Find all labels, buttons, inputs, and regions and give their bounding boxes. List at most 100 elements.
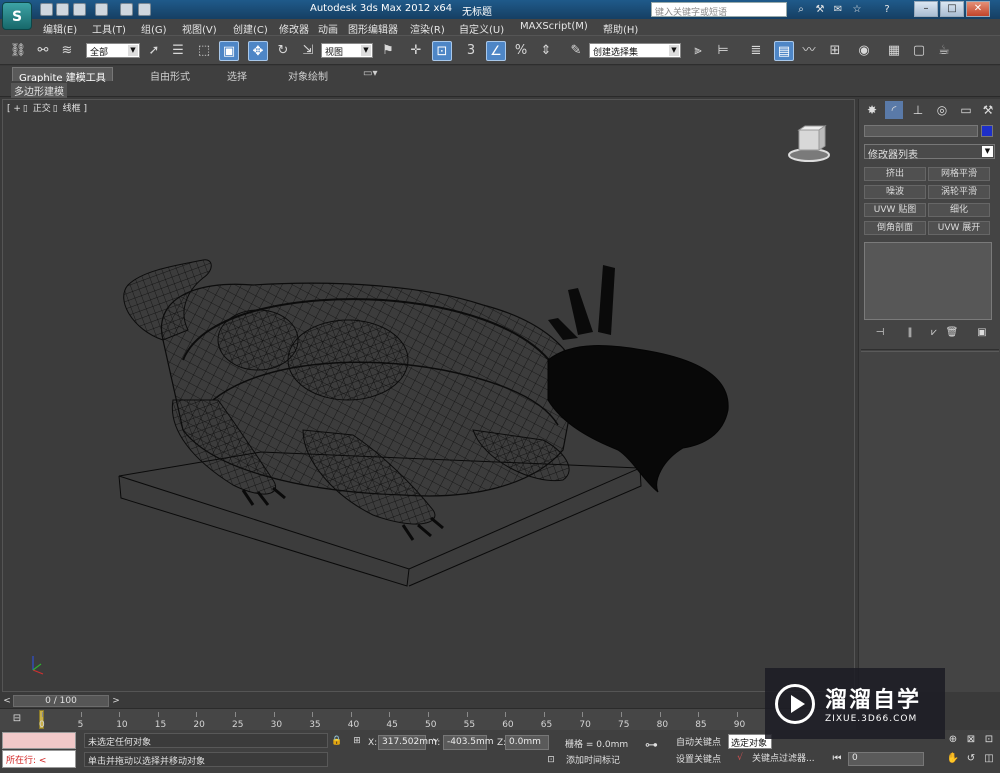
tab-selection[interactable]: 选择 xyxy=(221,67,253,83)
modifier-unwrap-uvw-button[interactable]: UVW 展开 xyxy=(928,221,990,235)
default-in-out-tangent-icon[interactable]: √ xyxy=(734,752,746,764)
menu-graph-editors[interactable]: 图形编辑器 xyxy=(348,21,398,36)
select-and-scale-icon[interactable]: ⇲ xyxy=(298,41,318,61)
minimize-button[interactable]: – xyxy=(914,1,938,17)
tab-object-paint[interactable]: 对象绘制 xyxy=(282,67,334,83)
set-key-icon[interactable]: ⊶ xyxy=(645,738,658,753)
modifier-meshsmooth-button[interactable]: 网格平滑 xyxy=(928,167,990,181)
modifier-extrude-button[interactable]: 挤出 xyxy=(864,167,926,181)
modifier-stack-list[interactable] xyxy=(864,242,992,320)
percent-snap-icon[interactable]: % xyxy=(511,41,531,61)
polygon-modeling-panel[interactable]: 多边形建模 xyxy=(11,83,67,98)
edit-named-selection-icon[interactable]: ✎ xyxy=(566,41,586,61)
rectangle-selection-icon[interactable]: ⬚ xyxy=(194,41,214,61)
key-filters-button[interactable]: 关键点过滤器... xyxy=(752,751,815,764)
make-unique-icon[interactable]: ⩗ xyxy=(926,325,942,341)
wireframe-model[interactable] xyxy=(3,100,856,693)
undo-icon[interactable] xyxy=(95,3,108,16)
select-and-link-icon[interactable]: ⛓ xyxy=(8,41,28,61)
select-and-rotate-icon[interactable]: ↻ xyxy=(273,41,293,61)
maxscript-listener-pink[interactable] xyxy=(2,732,76,749)
menu-maxscript[interactable]: MAXScript(M) xyxy=(520,21,588,32)
select-and-move-icon[interactable]: ✥ xyxy=(248,41,268,61)
redo-icon[interactable] xyxy=(120,3,133,16)
current-frame-field[interactable]: 0 xyxy=(848,752,924,766)
time-prev-icon[interactable]: < xyxy=(2,695,12,707)
spinner-snap-icon[interactable]: ⇕ xyxy=(536,41,556,61)
window-crossing-icon[interactable]: ▣ xyxy=(219,41,239,61)
binoculars-icon[interactable]: ⌕ xyxy=(794,3,808,16)
viewcube[interactable] xyxy=(787,124,831,164)
modifier-noise-button[interactable]: 噪波 xyxy=(864,185,926,199)
manipulate-icon[interactable]: ✛ xyxy=(406,41,426,61)
modify-tab-icon[interactable]: ◜ xyxy=(885,101,903,119)
maxscript-listener-field[interactable]: 所在行: < xyxy=(2,750,76,768)
zoom-all-icon[interactable]: ⊡ xyxy=(982,733,996,747)
open-file-icon[interactable] xyxy=(56,3,69,16)
time-slider-thumb[interactable]: 0 / 100 xyxy=(13,695,109,707)
schematic-view-icon[interactable]: ⊞ xyxy=(825,41,845,61)
maximize-button[interactable]: □ xyxy=(940,1,964,17)
pan-view-icon[interactable]: ✋ xyxy=(946,752,960,766)
add-time-tag-button[interactable]: 添加时间标记 xyxy=(566,753,620,766)
object-color-swatch[interactable] xyxy=(981,125,993,137)
keyboard-shortcut-override-icon[interactable]: ⊡ xyxy=(432,41,452,61)
align-icon[interactable]: ⊨ xyxy=(713,41,733,61)
angle-snap-icon[interactable]: ∠ xyxy=(486,41,506,61)
tab-freeform[interactable]: 自由形式 xyxy=(144,67,196,83)
menu-views[interactable]: 视图(V) xyxy=(182,21,217,36)
select-by-name-icon[interactable]: ☰ xyxy=(168,41,188,61)
modifier-tessellate-button[interactable]: 细化 xyxy=(928,203,990,217)
time-next-icon[interactable]: > xyxy=(111,695,121,707)
named-selection-dropdown[interactable]: 创建选择集 ▼ xyxy=(589,43,681,58)
display-tab-icon[interactable]: ▭ xyxy=(957,101,975,119)
communication-icon[interactable]: ✉ xyxy=(831,3,845,16)
absolute-mode-icon[interactable]: ⊞ xyxy=(351,735,363,747)
viewport-orthographic[interactable]: [ + ▯ 正交 ▯ 线框 ] xyxy=(2,99,855,692)
layer-manager-icon[interactable]: ≣ xyxy=(746,41,766,61)
snaps-toggle-icon[interactable]: 3 xyxy=(461,41,481,61)
goto-start-icon[interactable]: ⏮ xyxy=(830,752,844,766)
favorites-icon[interactable]: ☆ xyxy=(850,3,864,16)
menu-modifiers[interactable]: 修改器 xyxy=(279,21,309,36)
zoom-icon[interactable]: ⊕ xyxy=(946,733,960,747)
save-file-icon[interactable] xyxy=(73,3,86,16)
orbit-icon[interactable]: ↺ xyxy=(964,752,978,766)
pivot-center-icon[interactable]: ⚑ xyxy=(378,41,398,61)
reference-coordinate-dropdown[interactable]: 视图 ▼ xyxy=(321,43,373,58)
close-button[interactable]: ✕ xyxy=(966,1,990,17)
ribbon-options-icon[interactable]: ▭▾ xyxy=(357,67,383,81)
lock-selection-icon[interactable]: 🔒 xyxy=(331,735,343,747)
auto-key-button[interactable]: 自动关键点 xyxy=(676,735,721,748)
zoom-extents-icon[interactable]: ⊠ xyxy=(964,733,978,747)
selection-filter-dropdown[interactable]: 全部 ▼ xyxy=(86,43,140,58)
menu-edit[interactable]: 编辑(E) xyxy=(43,21,77,36)
track-bar[interactable]: ⊟ 0 5 10 15 20 25 30 35 40 45 50 55 60 65 70 75 80 85 90 xyxy=(0,708,856,730)
show-end-result-icon[interactable]: ‖ xyxy=(902,325,918,341)
time-tag-icon[interactable]: ⊡ xyxy=(545,754,557,766)
z-coord-field[interactable]: 0.0mm xyxy=(505,735,549,750)
hierarchy-tab-icon[interactable]: ⊥ xyxy=(909,101,927,119)
menu-create[interactable]: 创建(C) xyxy=(233,21,268,36)
tab-graphite-modeling[interactable]: Graphite 建模工具 xyxy=(12,67,113,84)
remove-modifier-icon[interactable]: 🗑 xyxy=(944,325,960,341)
create-tab-icon[interactable]: ✸ xyxy=(863,101,881,119)
hold-icon[interactable] xyxy=(138,3,151,16)
help-icon[interactable]: ? xyxy=(880,3,894,16)
configure-sets-icon[interactable]: ▣ xyxy=(974,325,990,341)
modifier-uvw-map-button[interactable]: UVW 贴图 xyxy=(864,203,926,217)
render-teapot-icon[interactable]: ☕ xyxy=(934,41,954,61)
menu-group[interactable]: 组(G) xyxy=(141,21,167,36)
motion-tab-icon[interactable]: ◎ xyxy=(933,101,951,119)
mini-curve-editor-icon[interactable]: ⊟ xyxy=(10,713,24,726)
menu-help[interactable]: 帮助(H) xyxy=(603,21,638,36)
x-coord-field[interactable]: 317.502mm xyxy=(378,735,437,750)
maximize-viewport-icon[interactable]: ◫ xyxy=(982,752,996,766)
new-file-icon[interactable] xyxy=(40,3,53,16)
material-editor-icon[interactable]: ◉ xyxy=(854,41,874,61)
bind-space-warp-icon[interactable]: ≋ xyxy=(57,41,77,61)
pin-stack-icon[interactable]: ⊣ xyxy=(872,325,888,341)
menu-tools[interactable]: 工具(T) xyxy=(92,21,126,36)
modifier-bevel-profile-button[interactable]: 倒角剖面 xyxy=(864,221,926,235)
search-input[interactable]: 键入关键字或短语 xyxy=(651,2,787,18)
